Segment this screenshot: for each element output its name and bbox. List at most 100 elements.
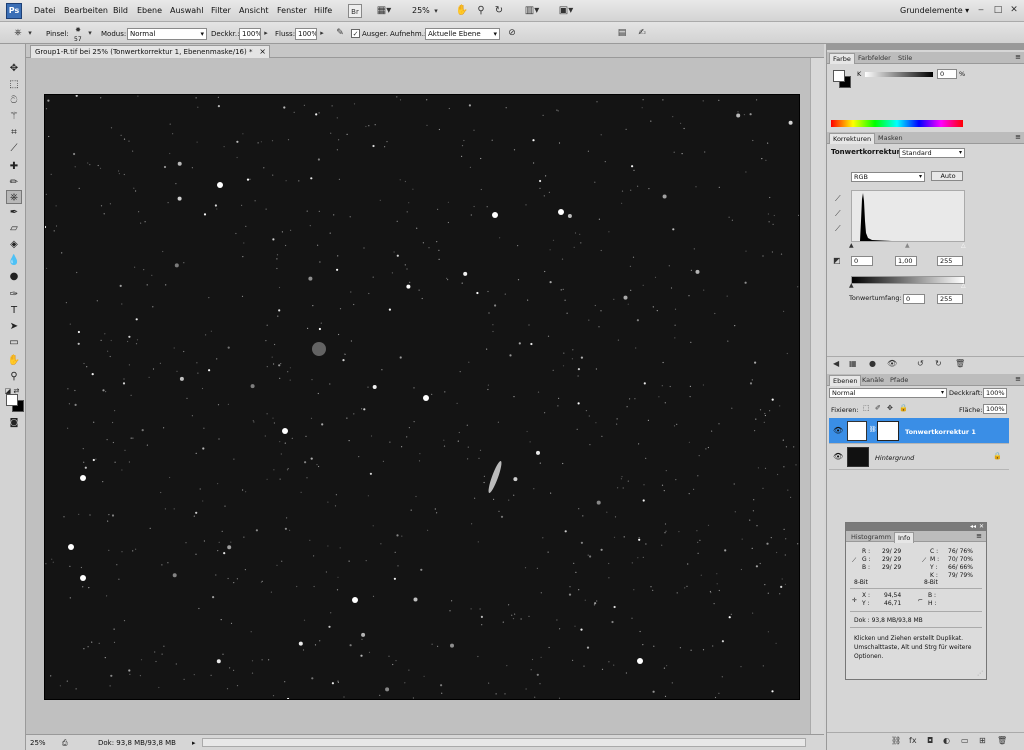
close-icon[interactable]: ✕ (1009, 5, 1019, 15)
collapse-icon[interactable]: ◂◂ (970, 523, 976, 530)
menu-bearbeiten[interactable]: Bearbeiten (64, 6, 108, 15)
gradient-tool-icon[interactable]: ◈ (6, 238, 22, 252)
rotate-view-icon[interactable]: ↻ (492, 4, 506, 18)
shape-tool-icon[interactable]: ▭ (6, 336, 22, 350)
eraser-tool-icon[interactable]: ▱ (6, 222, 22, 236)
tab-masken[interactable]: Masken (875, 133, 906, 144)
horizontal-scrollbar[interactable] (202, 738, 806, 747)
trash-icon[interactable]: 🗑 (997, 736, 1007, 745)
document-tab[interactable]: Group1-R.tif bei 25% (Tonwertkorrektur 1… (30, 45, 270, 58)
export-icon[interactable]: ⎙ (62, 739, 68, 748)
crop-tool-icon[interactable]: ⌗ (6, 126, 22, 140)
clone-stamp-tool-icon[interactable]: ⎈ (12, 27, 24, 39)
input-high-field[interactable]: 255 (937, 256, 963, 266)
menu-ansicht[interactable]: Ansicht (239, 6, 269, 15)
canvas-area[interactable] (26, 58, 824, 734)
zoom-level[interactable]: 25% (412, 6, 430, 15)
aligned-checkbox[interactable]: ✓ (351, 29, 360, 38)
document-canvas[interactable] (44, 94, 800, 700)
chevron-down-icon[interactable]: ▸ (262, 27, 270, 39)
flow-field[interactable]: 100% (295, 28, 317, 40)
input-mid-field[interactable]: 1,00 (895, 256, 917, 266)
airbrush-icon[interactable]: ✎ (334, 27, 346, 39)
pressure-icon[interactable]: ✍ (636, 27, 648, 39)
ignore-adjustment-layers-icon[interactable]: ⊘ (506, 27, 518, 39)
black-output-slider[interactable]: ▲ (849, 282, 854, 289)
input-low-field[interactable]: 0 (851, 256, 873, 266)
tab-info[interactable]: Info (894, 532, 915, 543)
link-icon[interactable]: ⛓ (869, 426, 877, 433)
white-point-eyedropper-icon[interactable]: ⟋ (835, 224, 841, 234)
channel-select[interactable]: RGB (851, 172, 925, 182)
bridge-button[interactable]: Br (348, 4, 362, 18)
trash-icon[interactable]: 🗑 (955, 359, 965, 368)
screen-mode-icon[interactable]: ▣▾ (556, 4, 576, 18)
pen-tool-icon[interactable]: ✑ (6, 288, 22, 302)
chevron-down-icon[interactable]: ▾ (26, 27, 34, 39)
healing-brush-tool-icon[interactable]: ✚ (6, 160, 22, 174)
foreground-color-swatch[interactable] (6, 394, 18, 406)
chevron-down-icon[interactable]: ▾ (86, 27, 94, 39)
status-arrow-icon[interactable]: ▸ (192, 739, 196, 747)
vertical-scrollbar[interactable] (810, 58, 824, 734)
view-extras-icon[interactable]: ▦▾ (374, 4, 394, 18)
output-low-field[interactable]: 0 (903, 294, 925, 304)
tab-stile[interactable]: Stile (895, 53, 915, 64)
brush-tool-icon[interactable]: ✏ (6, 176, 22, 190)
eye-icon[interactable]: 👁 (833, 426, 843, 435)
status-zoom[interactable]: 25% (30, 739, 46, 747)
dodge-tool-icon[interactable]: ● (6, 270, 22, 284)
info-panel[interactable]: ◂◂ ✕ Histogramm Info ≡ ⟋ R : G : B : 29/… (845, 522, 987, 680)
new-layer-icon[interactable]: ⊞ (979, 736, 986, 745)
sample-select[interactable]: Aktuelle Ebene (425, 28, 500, 40)
zoom-tool-icon[interactable]: ⚲ (6, 370, 22, 384)
menu-auswahl[interactable]: Auswahl (170, 6, 203, 15)
menu-bild[interactable]: Bild (113, 6, 128, 15)
reset-icon[interactable]: ↻ (935, 359, 942, 368)
clipping-icon[interactable]: ◩ (833, 256, 841, 265)
add-mask-icon[interactable]: ◘ (927, 736, 933, 745)
foreground-color-swatch[interactable] (833, 70, 845, 82)
input-sliders[interactable]: ▲ ▲ △ (849, 242, 966, 250)
blend-mode-select[interactable]: Normal (829, 388, 947, 398)
layer-mask-thumbnail[interactable] (877, 421, 899, 441)
lock-pixels-icon[interactable]: ✐ (875, 404, 881, 412)
fx-icon[interactable]: fx (909, 736, 917, 745)
panel-menu-icon[interactable]: ≡ (976, 532, 982, 540)
panel-menu-icon[interactable]: ≡ (1015, 375, 1021, 383)
move-tool-icon[interactable]: ✥ (6, 62, 22, 76)
workspace-switcher[interactable]: Grundelemente ▾ (900, 6, 969, 15)
mode-select[interactable]: Normal (127, 28, 207, 40)
expanded-view-icon[interactable]: ▦ (849, 359, 857, 368)
white-input-slider[interactable]: △ (961, 242, 966, 249)
panel-menu-icon[interactable]: ≡ (1015, 133, 1021, 141)
clone-source-panel-icon[interactable]: ▤ (616, 27, 628, 39)
menu-datei[interactable]: Datei (34, 6, 55, 15)
new-adjustment-icon[interactable]: ◐ (943, 736, 950, 745)
tab-farbe[interactable]: Farbe (829, 53, 855, 64)
fill-field[interactable]: 100% (983, 404, 1007, 414)
resize-grip-icon[interactable]: ⋰ (977, 670, 983, 677)
tab-histogramm[interactable]: Histogramm (848, 532, 894, 543)
hand-tool-icon[interactable]: ✋ (455, 4, 469, 18)
tab-ebenen[interactable]: Ebenen (829, 375, 862, 386)
chevron-down-icon[interactable]: ▸ (318, 27, 326, 39)
opacity-field[interactable]: 100% (239, 28, 261, 40)
panel-menu-icon[interactable]: ≡ (1015, 53, 1021, 61)
gray-point-eyedropper-icon[interactable]: ⟋ (835, 209, 841, 219)
lock-all-icon[interactable]: 🔒 (899, 404, 908, 412)
output-high-field[interactable]: 255 (937, 294, 963, 304)
preset-select[interactable]: Standard (899, 148, 965, 158)
close-icon[interactable]: ✕ (979, 523, 984, 530)
auto-button[interactable]: Auto (931, 171, 963, 181)
k-slider[interactable] (865, 72, 933, 77)
hand-tool-icon[interactable]: ✋ (6, 354, 22, 368)
visibility-icon[interactable]: 👁 (887, 359, 897, 368)
brush-preview-icon[interactable]: ✸ (72, 24, 84, 36)
link-layers-icon[interactable]: ⛓ (891, 736, 901, 745)
minimize-icon[interactable]: ‒ (976, 5, 986, 15)
layer-row-tonwertkorrektur[interactable]: 👁 ⛓ Tonwertkorrektur 1 (829, 418, 1009, 444)
new-group-icon[interactable]: ▭ (961, 736, 969, 745)
clip-to-layer-icon[interactable]: ● (869, 359, 876, 368)
white-output-slider[interactable]: △ (961, 282, 966, 289)
